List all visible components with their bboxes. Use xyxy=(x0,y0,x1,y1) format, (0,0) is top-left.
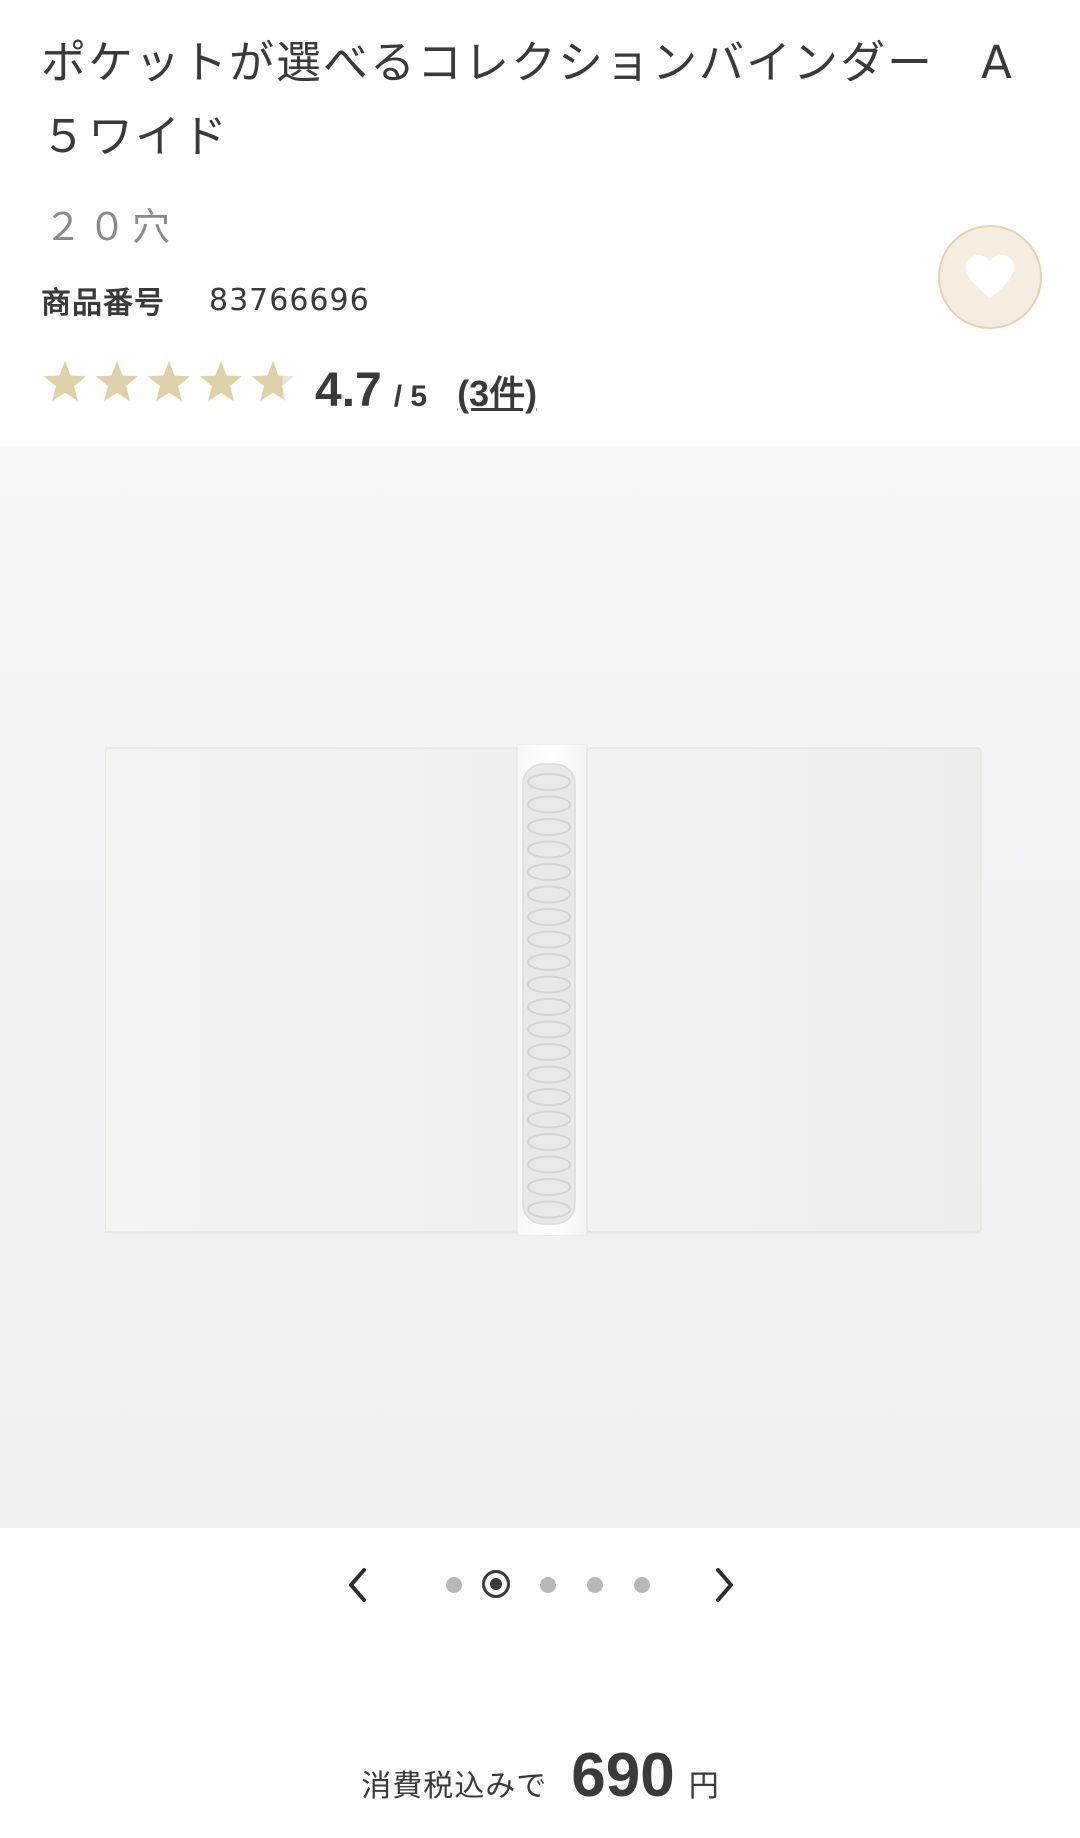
star-icon xyxy=(200,361,242,402)
star-icon xyxy=(252,361,294,402)
image-carousel-controls xyxy=(0,1555,1080,1615)
product-number-value: 83766696 xyxy=(209,282,370,318)
chevron-left-icon xyxy=(349,1568,366,1602)
product-number-row: 商品番号 83766696 xyxy=(41,278,370,322)
star-icon xyxy=(148,361,190,402)
carousel-next-button[interactable] xyxy=(700,1561,748,1609)
product-variant: ２０穴 xyxy=(44,205,177,249)
product-page: ポケットが選べるコレクションバインダー A５ワイド ２０穴 商品番号 83766… xyxy=(0,0,1080,1838)
star-rating xyxy=(41,352,301,412)
binder-image xyxy=(105,744,982,1236)
star-icon xyxy=(96,361,138,402)
rating-outof: / 5 xyxy=(393,380,428,413)
carousel-prev-button[interactable] xyxy=(334,1561,382,1609)
heart-icon xyxy=(965,254,1015,299)
product-image[interactable] xyxy=(0,446,1080,1528)
price-row: 消費税込みで 690 円 xyxy=(0,1740,1080,1811)
favorite-button[interactable] xyxy=(938,225,1042,329)
star-icon xyxy=(44,361,86,402)
rating-score: 4.7 xyxy=(315,364,382,417)
carousel-dot[interactable] xyxy=(587,1577,603,1593)
rating-summary: 4.7 / 5 (3件) xyxy=(41,352,537,418)
carousel-dot[interactable] xyxy=(540,1577,556,1593)
chevron-right-icon xyxy=(716,1568,733,1602)
product-number-label: 商品番号 xyxy=(41,286,165,321)
carousel-dot[interactable] xyxy=(446,1577,462,1593)
price-unit: 円 xyxy=(688,1769,719,1804)
product-title: ポケットが選べるコレクションバインダー A５ワイド xyxy=(41,36,1014,163)
carousel-dot[interactable] xyxy=(634,1577,650,1593)
review-count-link[interactable]: (3件) xyxy=(457,365,537,417)
price-prefix: 消費税込みで xyxy=(361,1769,548,1804)
carousel-dot[interactable] xyxy=(482,1570,510,1598)
price-amount: 690 xyxy=(571,1741,675,1810)
